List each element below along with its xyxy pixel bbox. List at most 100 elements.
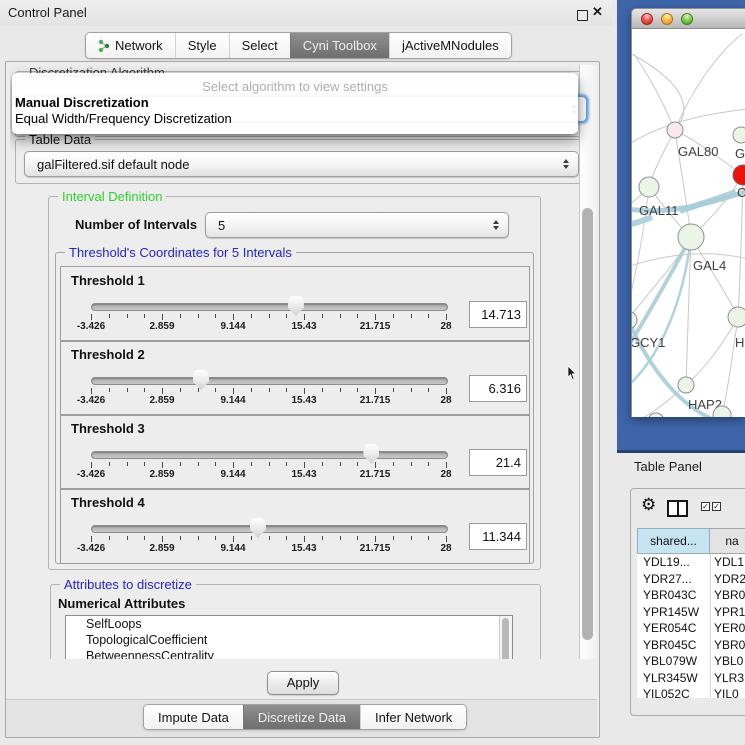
- table-row[interactable]: YBL079WYBL0: [637, 653, 745, 670]
- tab-network[interactable]: Network: [86, 33, 175, 58]
- threshold-slider-thumb[interactable]: [193, 370, 209, 390]
- network-node-gal4[interactable]: [678, 224, 704, 250]
- table-cell[interactable]: YER054C: [637, 621, 710, 635]
- table-cell[interactable]: YIL052C: [637, 687, 710, 698]
- gear-icon[interactable]: ⚙: [641, 495, 656, 515]
- minimize-traffic-light-icon[interactable]: [661, 13, 673, 25]
- table-row[interactable]: YDR27...YDR2: [637, 571, 745, 588]
- thresholds-group-title: Threshold's Coordinates for 5 Intervals: [65, 246, 296, 260]
- attribute-item-topologicalcoefficient[interactable]: TopologicalCoefficient: [66, 632, 512, 648]
- table-cell[interactable]: YBR045C: [637, 638, 710, 652]
- threshold-slider-track[interactable]: [91, 525, 448, 533]
- table-cell[interactable]: YLR3: [710, 671, 745, 685]
- table-cell[interactable]: YLR345W: [637, 671, 710, 685]
- table-row[interactable]: YBR043CYBR0: [637, 587, 745, 604]
- attributes-scrollbar-thumb[interactable]: [502, 618, 509, 659]
- network-node-ga[interactable]: [733, 127, 745, 143]
- table-panel-window: ⚙ ✓ ✓ shared...na YDL19...YDL1YDR27...YD…: [630, 488, 745, 716]
- checkbox-icon[interactable]: ✓: [701, 502, 710, 511]
- table-cell[interactable]: YBR0: [710, 588, 745, 602]
- network-node-gal80[interactable]: [667, 122, 683, 138]
- panel-scrollbar[interactable]: [579, 65, 597, 659]
- slider-tick: [251, 536, 252, 540]
- slider-tick: [144, 314, 145, 318]
- table-column-header-2[interactable]: na: [710, 528, 745, 554]
- slider-tick: [109, 536, 110, 540]
- tab-infer-network[interactable]: Infer Network: [360, 705, 466, 729]
- table-row[interactable]: YBR045CYBR0: [637, 637, 745, 654]
- tab-discretize-data[interactable]: Discretize Data: [243, 705, 360, 729]
- dropdown-option-manual-discretization[interactable]: Manual Discretization: [12, 95, 578, 110]
- tab-jactivemnodules[interactable]: jActiveMNodules: [389, 33, 511, 58]
- table-cell[interactable]: YBL0: [710, 654, 745, 668]
- threshold-slider-thumb[interactable]: [363, 444, 379, 464]
- number-of-intervals-combobox[interactable]: 5: [205, 212, 509, 238]
- table-cell[interactable]: YDL1: [710, 555, 745, 569]
- table-row[interactable]: YPR145WYPR1: [637, 604, 745, 621]
- slider-tick: [304, 388, 305, 394]
- attribute-item-betweennesscentrality[interactable]: BetweennessCentrality: [66, 648, 512, 659]
- slider-tick: [446, 462, 447, 468]
- network-node-gal11[interactable]: [639, 177, 659, 197]
- table-data-combobox[interactable]: galFiltered.sif default node: [24, 151, 579, 177]
- network-node-c[interactable]: [733, 165, 745, 185]
- close-traffic-light-icon[interactable]: [641, 13, 653, 25]
- table-cell[interactable]: YDR2: [710, 572, 745, 586]
- threshold-value-field[interactable]: 14.713: [469, 301, 527, 328]
- attribute-item-selfloops[interactable]: SelfLoops: [66, 616, 512, 632]
- panel-scrollbar-thumb[interactable]: [582, 208, 593, 640]
- threshold-slider-thumb[interactable]: [288, 296, 304, 316]
- node-attribute-table[interactable]: shared...na YDL19...YDL1YDR27...YDR2YBR0…: [637, 528, 745, 698]
- dropdown-option-equal-width-frequency-discretization[interactable]: Equal Width/Frequency Discretization: [12, 111, 578, 126]
- threshold-slider-track[interactable]: [91, 303, 448, 311]
- network-node-gcy1[interactable]: [632, 311, 637, 329]
- network-node-h[interactable]: [728, 307, 745, 327]
- threshold-value-field[interactable]: 6.316: [469, 375, 527, 402]
- threshold-value-field[interactable]: 11.344: [469, 523, 527, 550]
- table-cell[interactable]: YPR1: [710, 605, 745, 619]
- attributes-scrollbar[interactable]: [499, 616, 512, 659]
- table-row[interactable]: YER054CYER0: [637, 620, 745, 637]
- threshold-label: Threshold 4: [71, 495, 145, 510]
- table-row[interactable]: YDL19...YDL1: [637, 554, 745, 571]
- numerical-attributes-list[interactable]: SelfLoopsTopologicalCoefficientBetweenne…: [65, 615, 513, 659]
- table-cell[interactable]: YDR27...: [637, 572, 710, 586]
- zoom-traffic-light-icon[interactable]: [681, 13, 693, 25]
- slider-tick-label: 15.43: [274, 543, 334, 554]
- table-row[interactable]: YIL052CYIL0: [637, 686, 745, 698]
- table-cell[interactable]: YDL19...: [637, 555, 710, 569]
- threshold-slider-thumb[interactable]: [250, 518, 266, 538]
- network-window-titlebar[interactable]: [631, 8, 745, 29]
- slider-tick: [411, 462, 412, 466]
- apply-button[interactable]: Apply: [267, 671, 339, 695]
- tab-cyni-toolbox[interactable]: Cyni Toolbox: [290, 33, 389, 58]
- checkbox-icon[interactable]: ✓: [712, 502, 721, 511]
- threshold-slider-track[interactable]: [91, 377, 448, 385]
- table-cell[interactable]: YPR145W: [637, 605, 710, 619]
- threshold-value-field[interactable]: 21.4: [469, 449, 527, 476]
- slider-tick: [286, 536, 287, 540]
- split-columns-icon[interactable]: [667, 500, 688, 517]
- table-cell[interactable]: YBR0: [710, 638, 745, 652]
- column-checkbox-icons[interactable]: ✓ ✓: [701, 502, 721, 511]
- slider-tick: [428, 536, 429, 540]
- table-cell[interactable]: YER0: [710, 621, 745, 635]
- table-column-header-1[interactable]: shared...: [637, 528, 710, 554]
- table-row[interactable]: YLR345WYLR3: [637, 670, 745, 687]
- close-icon[interactable]: ✕: [592, 4, 603, 20]
- slider-tick: [127, 536, 128, 540]
- table-cell[interactable]: YIL0: [710, 687, 745, 698]
- table-cell[interactable]: YBL079W: [637, 654, 710, 668]
- tab-impute-data[interactable]: Impute Data: [144, 705, 243, 729]
- slider-tick-label: 9.144: [203, 395, 263, 406]
- slider-tick: [375, 314, 376, 320]
- tab-label: Discretize Data: [258, 710, 346, 725]
- tab-select[interactable]: Select: [229, 33, 290, 58]
- table-cell[interactable]: YBR043C: [637, 588, 710, 602]
- network-node-label: C: [737, 185, 745, 200]
- float-window-icon[interactable]: [577, 10, 588, 21]
- tab-style[interactable]: Style: [175, 33, 229, 58]
- network-node-hap2[interactable]: [678, 377, 694, 393]
- network-canvas[interactable]: GAL80GACGAL11GAL4GCY1HHAP2: [631, 29, 745, 417]
- threshold-slider-track[interactable]: [91, 451, 448, 459]
